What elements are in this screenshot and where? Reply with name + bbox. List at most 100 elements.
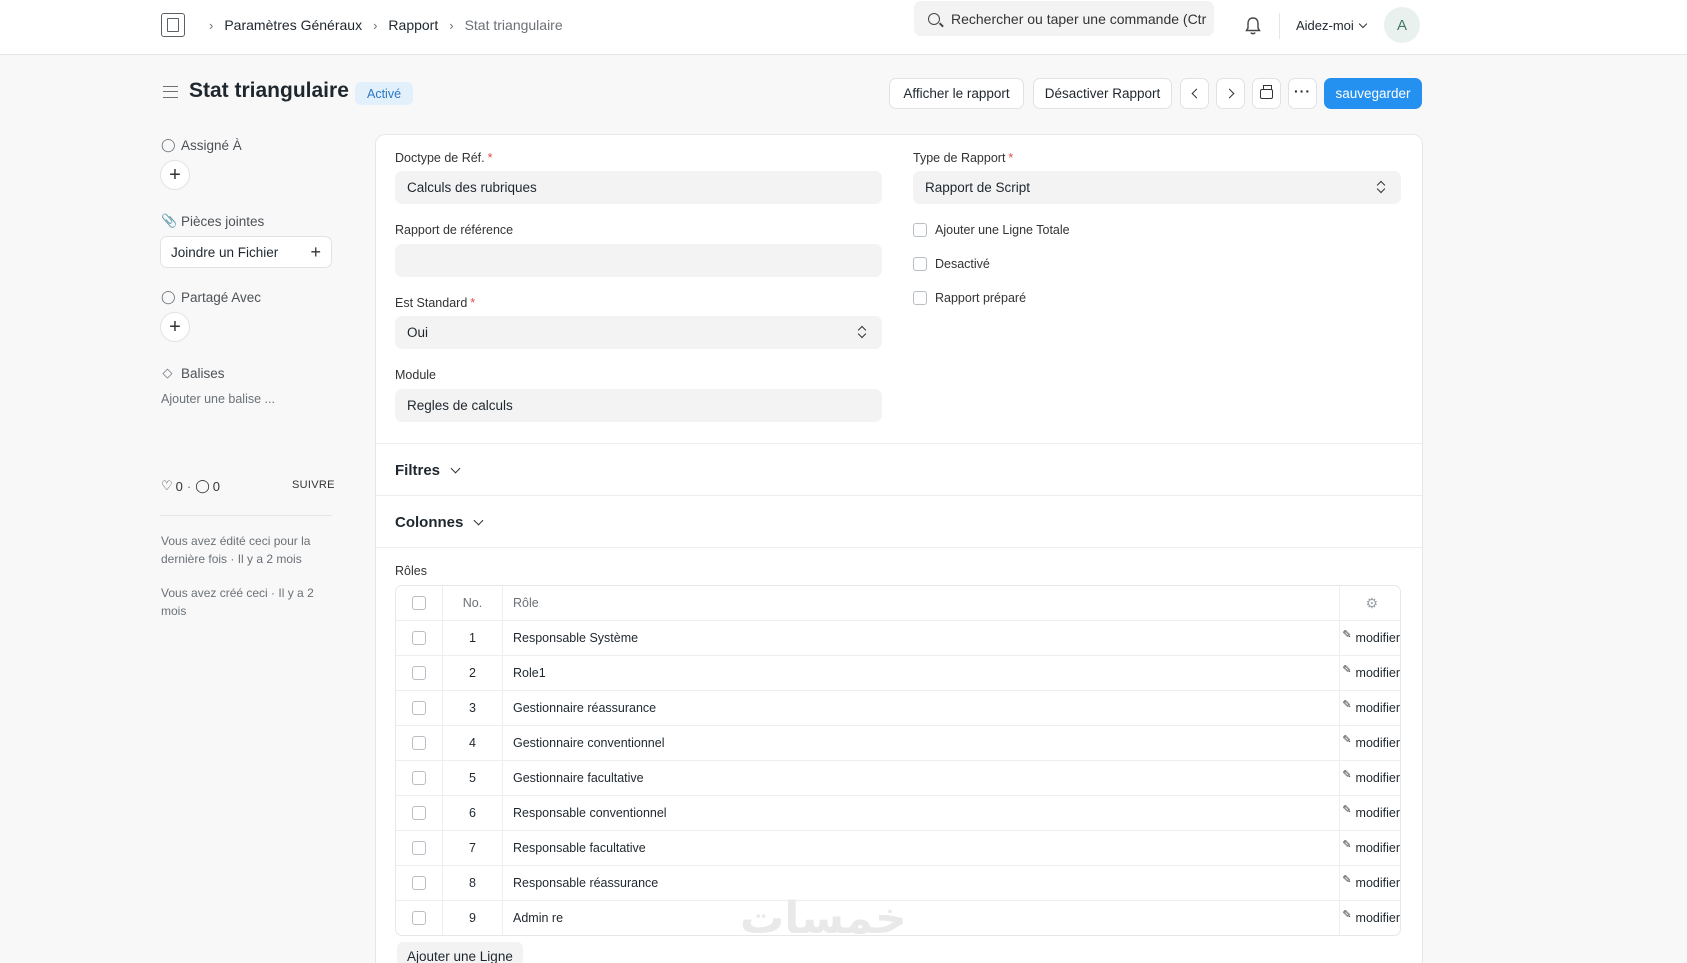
row-number: 4 [443,726,503,760]
next-record-button[interactable] [1216,78,1245,109]
section-divider [376,443,1422,444]
edit-row-button[interactable]: ✎ modifier [1340,726,1400,760]
breadcrumb-item-settings[interactable]: Paramètres Généraux [224,17,362,33]
gear-icon[interactable]: ⚙ [1365,595,1378,612]
table-row[interactable]: 2 Role1 ✎ modifier [396,655,1400,690]
table-row[interactable]: 4 Gestionnaire conventionnel ✎ modifier [396,725,1400,760]
row-role[interactable]: Responsable facultative [503,831,1340,865]
edit-row-button[interactable]: ✎ modifier [1340,656,1400,690]
chevron-down-icon [1358,19,1368,28]
comment-icon[interactable]: ◯ [195,478,210,494]
checkbox[interactable] [913,291,927,305]
pencil-icon: ✎ [1342,698,1352,711]
created-note: Vous avez créé ceci · Il y a 2 mois [161,586,314,618]
row-checkbox[interactable] [412,701,426,715]
module-field[interactable]: Regles de calculs [395,389,882,422]
module-label: Module [395,368,436,382]
row-role[interactable]: Admin re [503,901,1340,935]
add-share-button[interactable]: + [160,312,190,342]
select-arrows-icon [858,325,866,339]
edit-row-button[interactable]: ✎ modifier [1340,831,1400,865]
search-bar[interactable] [914,1,1214,36]
row-checkbox[interactable] [412,806,426,820]
row-role[interactable]: Role1 [503,656,1340,690]
help-dropdown[interactable]: Aidez-moi [1296,18,1368,33]
attachments-label: 📎 Pièces jointes [161,213,264,229]
heart-icon[interactable]: ♡ [161,478,173,494]
ref-doctype-field[interactable]: Calculs des rubriques [395,171,882,204]
row-checkbox[interactable] [412,911,426,925]
likes-count: 0 [175,478,183,494]
edit-row-button[interactable]: ✎ modifier [1340,691,1400,725]
prepared-report-checkbox[interactable]: Rapport préparé [913,291,1026,305]
add-row-button[interactable]: Ajouter une Ligne [397,942,523,963]
show-report-button[interactable]: Afficher le rapport [889,78,1024,109]
search-input[interactable] [951,10,1211,27]
disabled-checkbox[interactable]: Desactivé [913,257,990,271]
checkbox[interactable] [913,257,927,271]
is-standard-select[interactable]: Oui [395,316,882,349]
row-number: 8 [443,866,503,900]
pencil-icon: ✎ [1342,768,1352,781]
more-actions-button[interactable]: ··· [1288,78,1317,109]
avatar[interactable]: A [1384,7,1420,43]
select-all-checkbox[interactable] [412,596,426,610]
edit-row-button[interactable]: ✎ modifier [1340,796,1400,830]
breadcrumb-item-report[interactable]: Rapport [388,17,438,33]
save-button[interactable]: sauvegarder [1324,78,1422,109]
chevron-right-icon: › [449,17,454,33]
add-total-row-label: Ajouter une Ligne Totale [935,223,1070,237]
row-role[interactable]: Gestionnaire conventionnel [503,726,1340,760]
row-check-cell [396,726,443,760]
row-role[interactable]: Responsable Système [503,621,1340,655]
row-checkbox[interactable] [412,771,426,785]
row-role[interactable]: Responsable réassurance [503,866,1340,900]
row-checkbox[interactable] [412,666,426,680]
row-checkbox[interactable] [412,631,426,645]
row-checkbox[interactable] [412,841,426,855]
table-row[interactable]: 1 Responsable Système ✎ modifier [396,620,1400,655]
add-tag-link[interactable]: Ajouter une balise ... [161,392,275,406]
row-role[interactable]: Gestionnaire facultative [503,761,1340,795]
edit-row-button[interactable]: ✎ modifier [1340,621,1400,655]
edit-label: modifier [1355,876,1400,890]
filters-section-toggle[interactable]: Filtres [395,462,461,479]
tags-text: Balises [181,365,225,381]
attach-file-button[interactable]: Joindre un Fichier + [160,236,332,268]
add-assignee-button[interactable]: + [160,160,190,190]
report-type-select[interactable]: Rapport de Script [913,171,1401,204]
breadcrumb-item-current[interactable]: Stat triangulaire [465,17,563,33]
follow-button[interactable]: SUIVRE [292,479,335,491]
reference-report-field[interactable] [395,244,882,277]
chevron-down-icon [450,463,461,474]
row-check-cell [396,691,443,725]
edit-row-button[interactable]: ✎ modifier [1340,761,1400,795]
row-checkbox[interactable] [412,876,426,890]
report-type-label: Type de Rapport * [913,151,1013,165]
row-role[interactable]: Gestionnaire réassurance [503,691,1340,725]
settings-cell: ⚙ [1340,586,1400,620]
bell-icon[interactable] [1244,16,1262,36]
disable-report-button[interactable]: Désactiver Rapport [1033,78,1172,109]
print-button[interactable] [1252,78,1281,109]
sidebar-toggle-icon[interactable] [163,86,178,98]
previous-record-button[interactable] [1180,78,1209,109]
roles-table: No. Rôle ⚙ 1 Responsable Système ✎ modifier… [395,585,1401,936]
paperclip-icon: 📎 [161,213,178,228]
attach-file-label: Joindre un Fichier [171,244,279,260]
table-row[interactable]: 3 Gestionnaire réassurance ✎ modifier [396,690,1400,725]
edit-row-button[interactable]: ✎ modifier [1340,901,1400,935]
section-divider [376,547,1422,548]
help-label: Aidez-moi [1296,18,1354,33]
checkbox[interactable] [913,223,927,237]
table-row[interactable]: 7 Responsable facultative ✎ modifier [396,830,1400,865]
app-logo-icon[interactable] [161,13,185,37]
edit-row-button[interactable]: ✎ modifier [1340,866,1400,900]
table-row[interactable]: 6 Responsable conventionnel ✎ modifier [396,795,1400,830]
row-checkbox[interactable] [412,736,426,750]
table-row[interactable]: 5 Gestionnaire facultative ✎ modifier [396,760,1400,795]
add-total-row-checkbox[interactable]: Ajouter une Ligne Totale [913,223,1070,237]
row-role[interactable]: Responsable conventionnel [503,796,1340,830]
sidebar-divider [160,515,332,516]
columns-section-toggle[interactable]: Colonnes [395,514,484,531]
